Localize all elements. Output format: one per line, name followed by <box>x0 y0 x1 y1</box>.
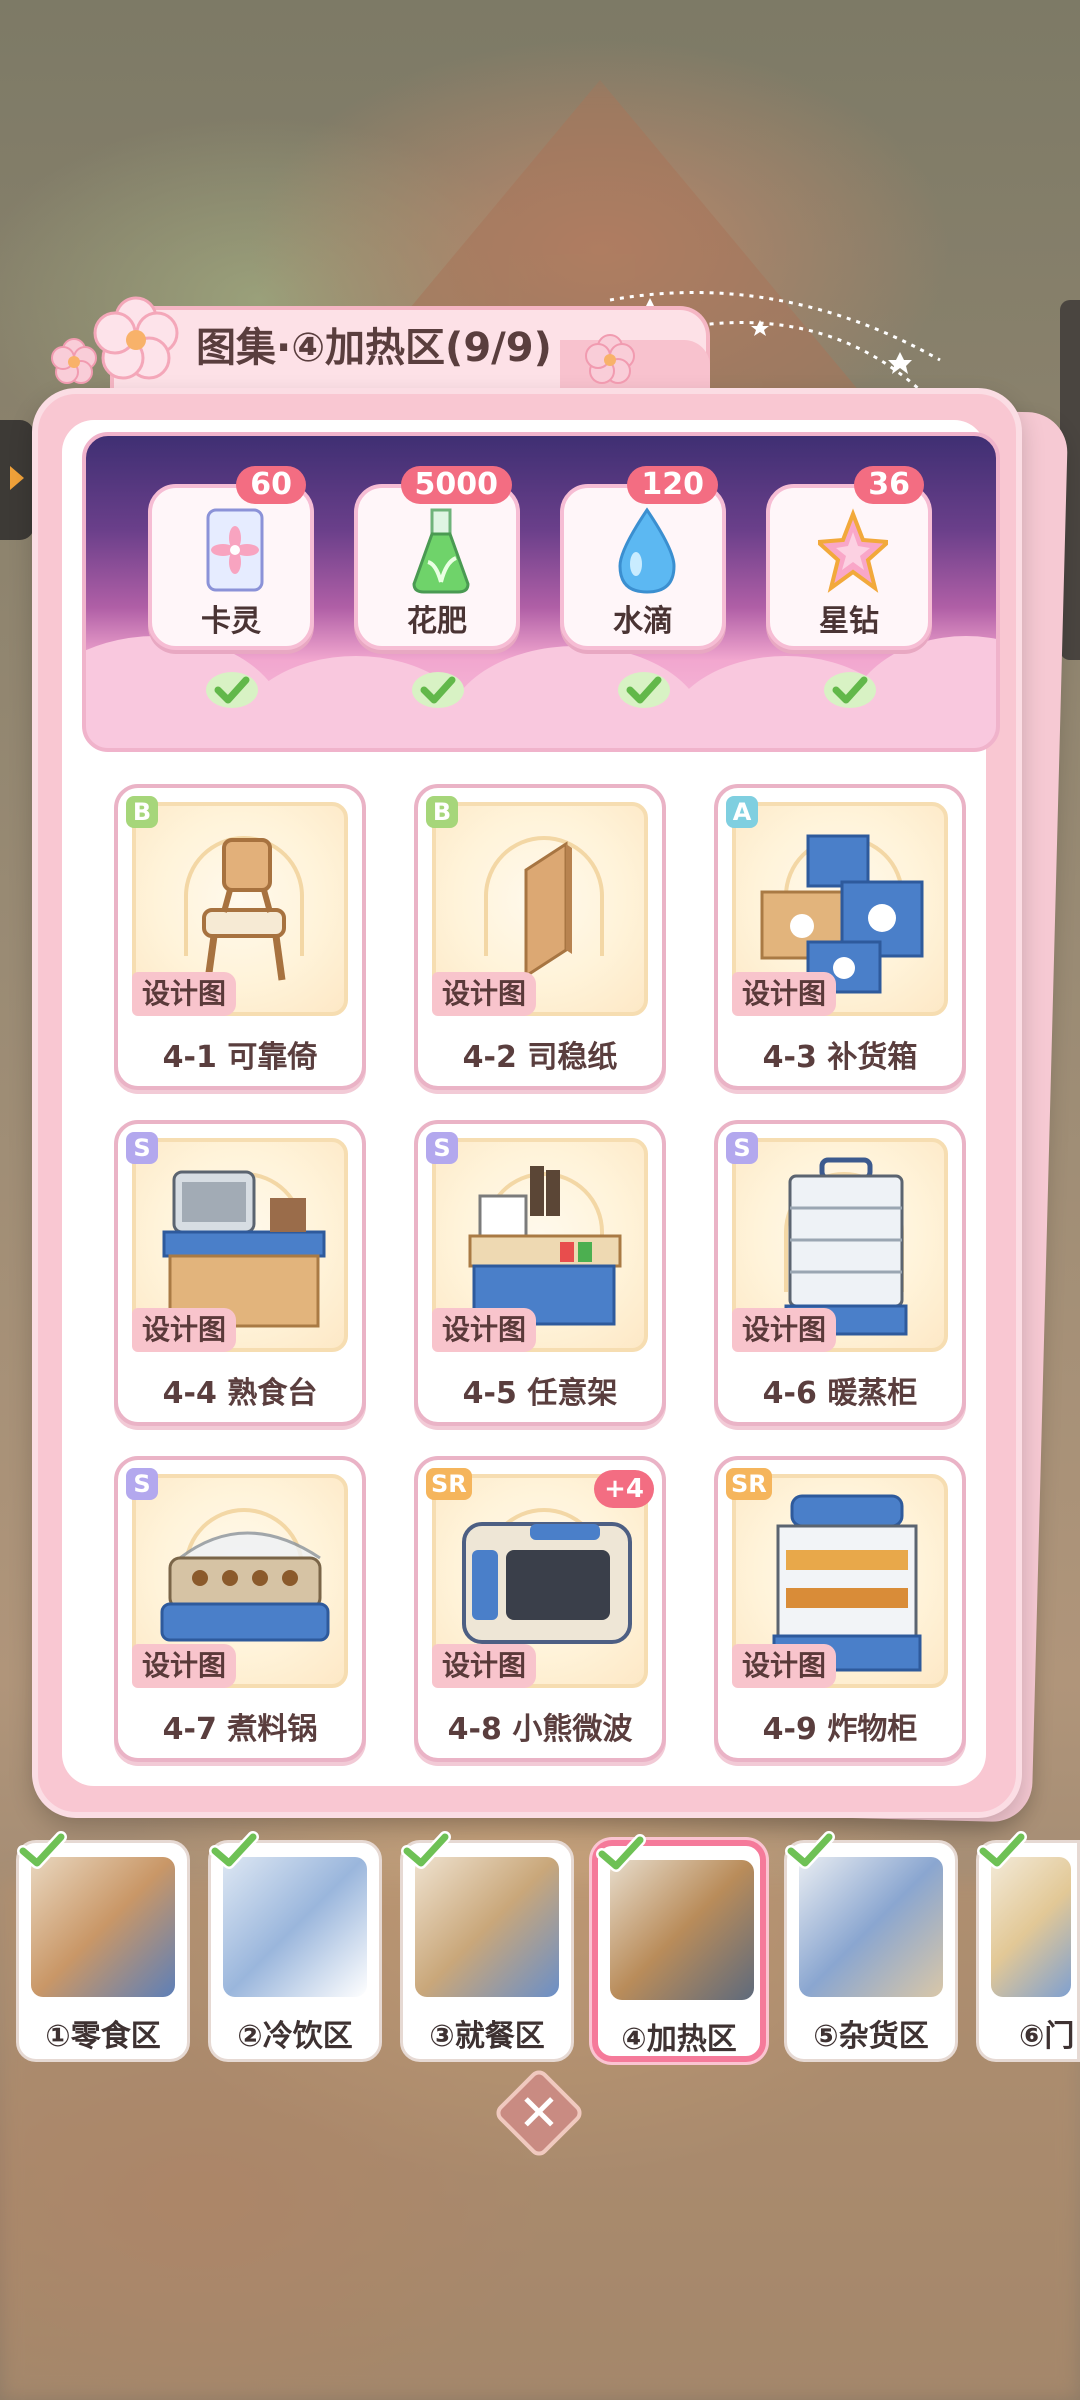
collection-item-card[interactable]: S 设计图 4-7 煮料锅 <box>114 1456 366 1762</box>
zone-label: ④加热区 <box>621 2022 737 2057</box>
reward-count: 120 <box>627 466 718 504</box>
zone-label: ②冷饮区 <box>237 2019 353 2054</box>
upgrade-badge: +4 <box>594 1470 654 1508</box>
check-icon <box>209 1831 259 1869</box>
close-icon[interactable]: ✕ <box>498 2072 580 2154</box>
blueprint-tag: 设计图 <box>132 1644 237 1688</box>
zone-label: ⑥门 <box>1019 2019 1075 2054</box>
blueprint-tag: 设计图 <box>132 1308 237 1352</box>
reward-count: 60 <box>236 466 306 504</box>
reward-count: 36 <box>854 466 924 504</box>
water-drop-icon <box>618 507 676 594</box>
collection-item-card[interactable]: B 设计图 4-2 司稳纸 <box>414 784 666 1090</box>
item-name: 4-5 任意架 <box>462 1376 618 1411</box>
item-name: 4-4 熟食台 <box>162 1376 318 1411</box>
item-name: 4-9 炸物柜 <box>762 1712 918 1747</box>
rarity-badge: S <box>126 1468 158 1500</box>
reward-card: 120 水滴 <box>560 466 726 650</box>
item-name: 4-6 暖蒸柜 <box>762 1376 918 1411</box>
collection-item-card[interactable]: SR +4 设计图 4-8 小熊微波 <box>414 1456 666 1762</box>
collection-item-card[interactable]: S 设计图 4-5 任意架 <box>414 1120 666 1426</box>
collection-item-card[interactable]: S 设计图 4-6 暖蒸柜 <box>714 1120 966 1426</box>
flower-decoration-icon <box>585 334 635 384</box>
blueprint-tag: 设计图 <box>732 1308 837 1352</box>
chair-icon <box>202 838 286 981</box>
blueprint-tag: 设计图 <box>732 1644 837 1688</box>
zone-thumbnail <box>799 1857 943 1997</box>
item-name: 4-3 补货箱 <box>762 1040 918 1075</box>
check-icon <box>206 672 258 708</box>
reward-card: 5000 花肥 <box>354 466 520 650</box>
rarity-badge: S <box>726 1132 758 1164</box>
zone-label: ⑤杂货区 <box>813 2019 929 2054</box>
rarity-badge: S <box>126 1132 158 1164</box>
check-icon <box>785 1831 835 1869</box>
zone-tab[interactable]: ②冷饮区 <box>208 1831 382 2062</box>
collection-item-card[interactable]: S 设计图 4-4 熟食台 <box>114 1120 366 1426</box>
rarity-badge: SR <box>726 1468 772 1500</box>
item-name: 4-2 司稳纸 <box>462 1040 618 1075</box>
reward-label: 卡灵 <box>201 604 261 639</box>
zone-tab[interactable]: ①零食区 <box>16 1831 190 2062</box>
rarity-badge: S <box>426 1132 458 1164</box>
rarity-badge: B <box>426 796 458 828</box>
page-title: 图集·④加热区(9/9) <box>196 325 552 371</box>
item-name: 4-7 煮料锅 <box>162 1712 318 1747</box>
rarity-badge: SR <box>426 1468 472 1500</box>
reward-label: 花肥 <box>407 604 467 639</box>
check-icon <box>977 1831 1027 1869</box>
reward-count: 5000 <box>400 466 512 504</box>
zone-label: ①零食区 <box>45 2019 161 2054</box>
reward-card: 36 星钻 <box>766 466 932 650</box>
zone-thumbnail <box>991 1857 1071 1997</box>
reward-card: 60 卡灵 <box>148 466 314 650</box>
zone-thumbnail <box>31 1857 175 1997</box>
check-icon <box>596 1834 646 1872</box>
reward-label: 星钻 <box>819 604 879 639</box>
check-icon <box>618 672 670 708</box>
rarity-badge: B <box>126 796 158 828</box>
zone-thumbnail <box>610 1860 754 2000</box>
reward-label: 水滴 <box>613 604 673 639</box>
side-drawer-handle[interactable] <box>0 420 34 540</box>
blueprint-tag: 设计图 <box>732 972 837 1016</box>
zone-tab[interactable]: ③就餐区 <box>400 1831 574 2062</box>
zone-thumbnail <box>223 1857 367 1997</box>
item-name: 4-8 小熊微波 <box>447 1712 633 1747</box>
collection-item-card[interactable]: A 设计图 4-3 补货箱 <box>714 784 966 1090</box>
item-name: 4-1 可靠倚 <box>162 1040 318 1075</box>
zone-thumbnail <box>415 1857 559 1997</box>
oden-pot-icon <box>160 1531 330 1642</box>
arrow-right-icon <box>10 466 24 490</box>
fertilizer-flask-icon <box>412 508 470 594</box>
zone-tab[interactable]: ⑥门 <box>976 1831 1080 2062</box>
zone-tab-active[interactable]: ④加热区 <box>592 1834 766 2062</box>
microwave-icon <box>462 1522 632 1644</box>
blueprint-tag: 设计图 <box>432 1644 537 1688</box>
zone-label: ③就餐区 <box>429 2019 545 2054</box>
check-icon <box>824 672 876 708</box>
blueprint-tag: 设计图 <box>432 972 537 1016</box>
blueprint-tag: 设计图 <box>432 1308 537 1352</box>
collection-item-card[interactable]: SR 设计图 4-9 炸物柜 <box>714 1456 966 1762</box>
check-icon <box>401 1831 451 1869</box>
star-diamond-icon <box>818 508 888 593</box>
zone-tab[interactable]: ⑤杂货区 <box>784 1831 958 2062</box>
blueprint-tag: 设计图 <box>132 972 237 1016</box>
board-icon <box>524 841 572 979</box>
card-icon <box>206 508 264 592</box>
collection-item-card[interactable]: B 设计图 4-1 可靠倚 <box>114 784 366 1090</box>
flower-decoration-icon <box>51 296 179 384</box>
check-icon <box>17 1831 67 1869</box>
check-icon <box>412 672 464 708</box>
rarity-badge: A <box>726 796 758 828</box>
